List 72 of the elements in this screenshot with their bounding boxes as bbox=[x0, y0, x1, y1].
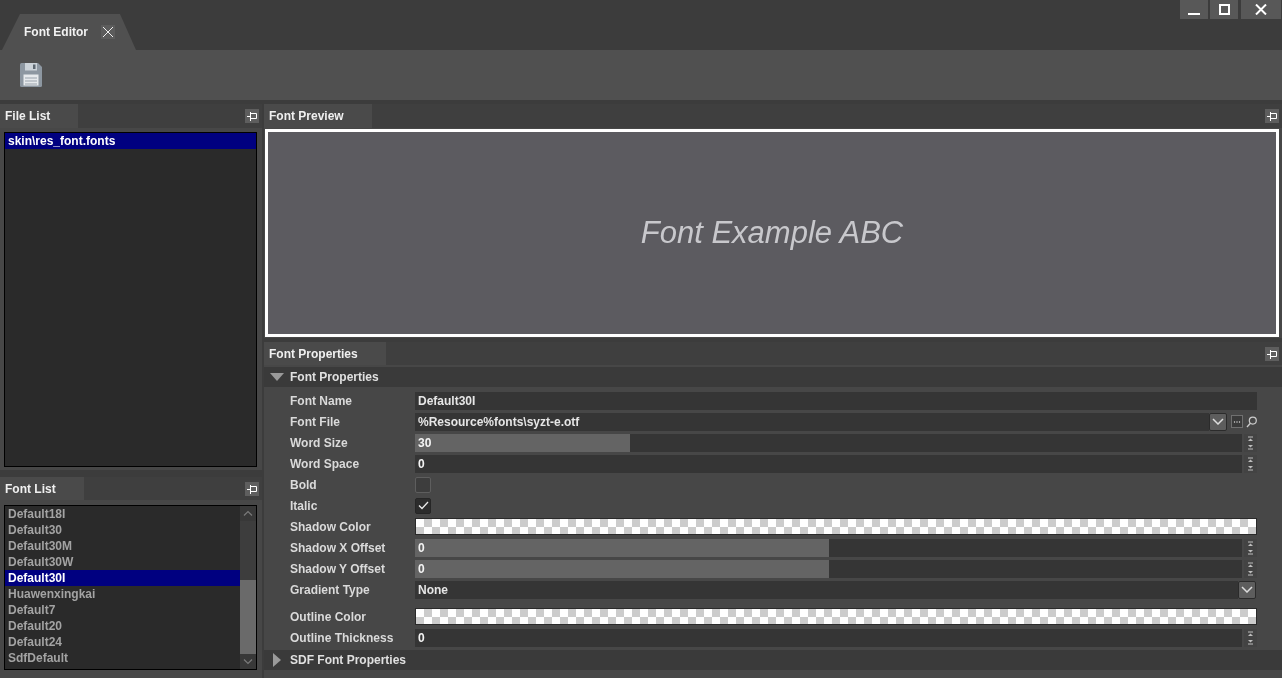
spin-field[interactable]: 0 bbox=[415, 454, 1242, 473]
pin-icon[interactable] bbox=[1265, 346, 1279, 361]
spin-value: 30 bbox=[417, 435, 432, 450]
list-item[interactable]: Default30I bbox=[5, 570, 240, 586]
spin-field[interactable]: 30 bbox=[415, 433, 1242, 452]
maximize-button[interactable] bbox=[1210, 0, 1238, 19]
list-item[interactable]: Default20 bbox=[5, 618, 240, 634]
minimize-icon bbox=[1188, 13, 1200, 15]
pin-icon[interactable] bbox=[1265, 109, 1279, 123]
tab[interactable]: Font Editor bbox=[0, 14, 136, 50]
list-item[interactable]: skin\res_font.fonts bbox=[5, 133, 256, 149]
pin-icon[interactable] bbox=[245, 109, 259, 123]
triangle-down-icon[interactable] bbox=[270, 373, 284, 381]
panel-tab[interactable]: File List bbox=[0, 104, 79, 128]
maximize-icon bbox=[1218, 4, 1230, 15]
property-label: Shadow X Offset bbox=[290, 540, 386, 555]
group-label: Font Properties bbox=[290, 369, 379, 386]
group-header[interactable]: SDF Font Properties bbox=[264, 650, 1282, 670]
spin-value: 0 bbox=[417, 630, 425, 645]
scrollbar-thumb[interactable] bbox=[240, 580, 256, 654]
property-label: Word Space bbox=[290, 456, 360, 471]
chevron-down-icon bbox=[1212, 418, 1224, 425]
group-header[interactable]: Font Properties bbox=[264, 367, 1282, 387]
list-item[interactable]: Huawenxingkai bbox=[5, 586, 240, 602]
search-icon[interactable] bbox=[1246, 415, 1257, 428]
property-label: Font File bbox=[290, 414, 340, 429]
list-item[interactable]: Default30M bbox=[5, 538, 240, 554]
property-label: Italic bbox=[290, 498, 318, 513]
minimize-button[interactable] bbox=[1180, 0, 1208, 19]
more-icon[interactable] bbox=[1231, 415, 1243, 428]
triangle-right-icon[interactable] bbox=[273, 653, 281, 667]
chevron-down-icon bbox=[1241, 586, 1253, 593]
property-label: Bold bbox=[290, 477, 317, 492]
text-field[interactable]: Default30I bbox=[415, 391, 1257, 410]
color-field[interactable] bbox=[415, 608, 1257, 625]
list-item[interactable]: Default30W bbox=[5, 554, 240, 570]
spin-value: 0 bbox=[417, 561, 425, 576]
list-item[interactable]: SdfDefault bbox=[5, 650, 240, 666]
combo-field[interactable]: None bbox=[415, 580, 1238, 599]
check-icon bbox=[417, 501, 429, 510]
property-label: Outline Thickness bbox=[290, 630, 394, 645]
spin-field[interactable]: 0 bbox=[415, 628, 1242, 647]
property-label: Outline Color bbox=[290, 609, 366, 624]
dropdown-button[interactable] bbox=[1209, 412, 1227, 431]
spin-field[interactable]: 0 bbox=[415, 538, 1242, 557]
list-item[interactable]: Default7 bbox=[5, 602, 240, 618]
close-button[interactable] bbox=[1241, 0, 1281, 19]
checkbox[interactable] bbox=[415, 476, 431, 493]
save-icon[interactable] bbox=[20, 63, 42, 87]
color-field[interactable] bbox=[415, 518, 1257, 535]
property-label: Word Size bbox=[290, 435, 348, 450]
property-label: Shadow Color bbox=[290, 519, 371, 534]
close-icon bbox=[1255, 4, 1267, 15]
pin-icon[interactable] bbox=[245, 481, 259, 496]
group-label: SDF Font Properties bbox=[290, 652, 406, 669]
panel-tab[interactable]: Font List bbox=[0, 477, 84, 500]
file-path-field[interactable]: %Resource%fonts\syzt-e.otf bbox=[415, 412, 1209, 431]
property-label: Font Name bbox=[290, 393, 352, 408]
list-item[interactable]: Default30 bbox=[5, 522, 240, 538]
property-label: Shadow Y Offset bbox=[290, 561, 385, 576]
checkbox[interactable] bbox=[415, 497, 431, 514]
dropdown-button[interactable] bbox=[1238, 580, 1256, 599]
preview-text: Font Example ABC bbox=[640, 213, 904, 252]
spin-value: 0 bbox=[417, 456, 425, 471]
panel-tab[interactable]: Font Preview bbox=[264, 104, 372, 128]
close-icon[interactable] bbox=[101, 25, 115, 39]
list-item[interactable]: Default24 bbox=[5, 634, 240, 650]
panel-tab[interactable]: Font Properties bbox=[264, 342, 386, 365]
spin-value: 0 bbox=[417, 540, 425, 555]
list-item[interactable]: Default18I bbox=[5, 506, 240, 522]
spin-field[interactable]: 0 bbox=[415, 559, 1242, 578]
property-label: Gradient Type bbox=[290, 582, 370, 597]
